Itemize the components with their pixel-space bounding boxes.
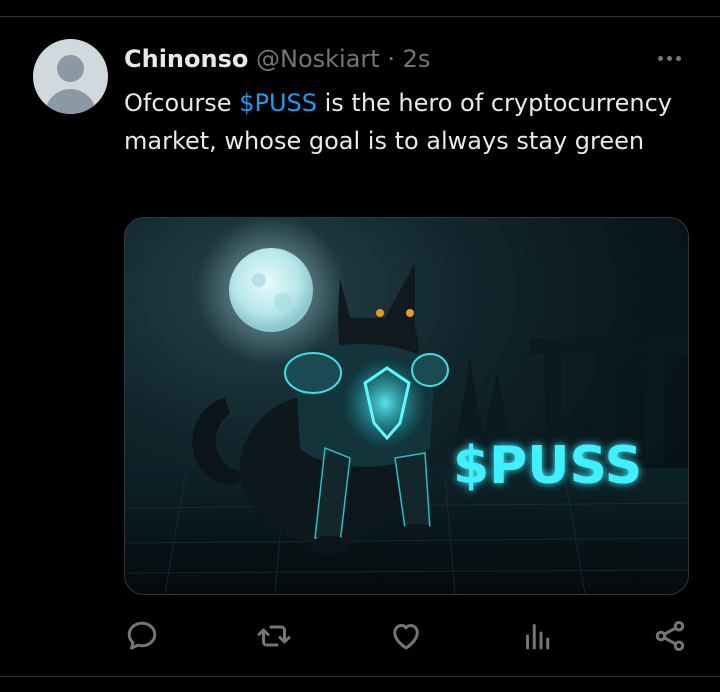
more-options-button[interactable] [652,46,686,70]
media-overlay-text: $PUSS [453,436,642,496]
reply-icon [127,621,157,650]
more-dot-icon [657,55,663,61]
top-divider [0,16,720,17]
avatar[interactable] [33,39,108,114]
tweet-text-start: Ofcourse [124,89,240,117]
views-icon [526,624,550,650]
author-name[interactable]: Chinonso [124,45,248,73]
views-button[interactable] [520,618,556,654]
reply-button[interactable] [124,618,160,654]
more-dot-icon [666,55,672,61]
bottom-divider [0,676,720,677]
moon [229,248,313,332]
retweet-icon [257,625,291,647]
like-icon [393,624,419,650]
retweet-button[interactable] [256,618,292,654]
like-button[interactable] [388,618,424,654]
more-dot-icon [675,55,681,61]
tweet-timestamp[interactable]: 2s [403,45,431,73]
tweet-media-image[interactable]: $PUSS [124,217,689,595]
tweet-text: Ofcourse $PUSS is the hero of cryptocurr… [124,84,684,160]
armored-cat-moon-image: $PUSS [125,218,688,594]
avatar-body-shape [45,89,96,114]
share-icon [655,621,685,651]
header-separator: · [387,45,395,73]
avatar-head-shape [57,55,84,82]
tweet-header: Chinonso @Noskiart · 2s [124,44,430,74]
tweet-actions-bar [124,614,688,658]
author-handle[interactable]: @Noskiart [256,45,380,73]
share-button[interactable] [652,618,688,654]
cashtag-link[interactable]: $PUSS [239,89,317,117]
